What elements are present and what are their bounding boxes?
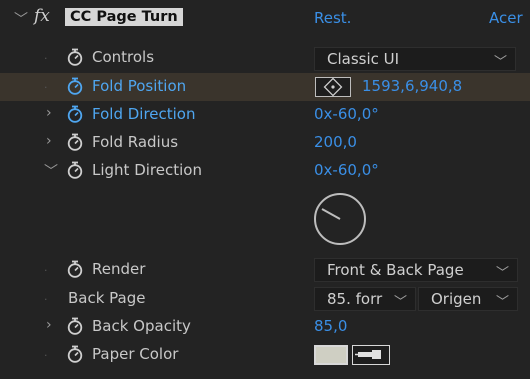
property-row-light-direction: ﹀ Light Direction 0x-60,0° <box>0 157 530 185</box>
property-label: Controls <box>92 48 155 66</box>
effect-controls-panel: ﹀ fx CC Page Turn Rest. Acer · Controls … <box>0 0 530 379</box>
bullet: · <box>44 264 48 277</box>
stopwatch-icon[interactable] <box>66 345 84 363</box>
chevron-down-icon[interactable]: ﹀ <box>44 161 58 181</box>
property-row-back-opacity: › Back Opacity 85,0 <box>0 313 530 341</box>
chevron-down-icon: ﹀ <box>493 55 507 70</box>
property-row-fold-direction: › Fold Direction 0x-60,0° <box>0 101 530 129</box>
effect-header-row: ﹀ fx CC Page Turn Rest. Acer <box>0 5 530 33</box>
stopwatch-icon[interactable] <box>66 161 84 179</box>
bullet: · <box>44 52 48 65</box>
stopwatch-icon[interactable] <box>66 317 84 335</box>
property-label: Fold Direction <box>92 105 196 123</box>
back-page-source-dropdown[interactable]: Origen ﹀ <box>418 287 518 311</box>
eyedropper-button[interactable] <box>352 345 390 365</box>
property-row-paper-color: · Paper Color <box>0 341 530 369</box>
property-label: Back Opacity <box>92 317 191 335</box>
fold-radius-value[interactable]: 200,0 <box>314 133 357 151</box>
dropdown-value: Origen <box>431 290 482 308</box>
property-row-fold-position: · Fold Position 1593,6,940,8 <box>0 73 530 101</box>
property-row-fold-radius: › Fold Radius 200,0 <box>0 129 530 157</box>
light-direction-value[interactable]: 0x-60,0° <box>314 161 379 179</box>
property-label: Fold Position <box>92 77 187 95</box>
fold-direction-value[interactable]: 0x-60,0° <box>314 105 379 123</box>
paper-color-swatch[interactable] <box>314 345 348 365</box>
property-label: Light Direction <box>92 161 202 179</box>
point-picker-button[interactable] <box>315 77 351 97</box>
dropdown-value: 85. forr <box>327 290 383 308</box>
stopwatch-icon[interactable] <box>66 133 84 151</box>
back-page-layer-dropdown[interactable]: 85. forr ﹀ <box>314 287 416 311</box>
property-label: Back Page <box>68 289 146 307</box>
eyedropper-icon <box>355 350 381 359</box>
chevron-right-icon[interactable]: › <box>46 105 52 121</box>
property-row-controls: · Controls Classic UI ﹀ <box>0 44 530 72</box>
back-opacity-value[interactable]: 85,0 <box>314 317 347 335</box>
chevron-down-icon: ﹀ <box>495 266 509 281</box>
chevron-down-icon: ﹀ <box>393 295 407 310</box>
fold-position-value[interactable]: 1593,6,940,8 <box>362 77 462 95</box>
chevron-right-icon[interactable]: › <box>46 317 52 333</box>
chevron-right-icon[interactable]: › <box>46 133 52 149</box>
fx-toggle-icon[interactable]: fx <box>34 6 50 26</box>
reset-link[interactable]: Rest. <box>314 9 351 27</box>
controls-dropdown[interactable]: Classic UI ﹀ <box>314 47 516 71</box>
chevron-down-icon[interactable]: ﹀ <box>14 9 28 29</box>
property-label: Render <box>92 260 146 278</box>
about-link[interactable]: Acer <box>489 9 523 27</box>
stopwatch-icon[interactable] <box>66 260 84 278</box>
chevron-down-icon: ﹀ <box>495 295 509 310</box>
stopwatch-icon[interactable] <box>66 77 84 95</box>
effect-name-label[interactable]: CC Page Turn <box>65 8 183 26</box>
bullet: · <box>44 349 48 362</box>
stopwatch-icon[interactable] <box>66 48 84 66</box>
property-label: Fold Radius <box>92 133 179 151</box>
stopwatch-icon[interactable] <box>66 105 84 123</box>
property-label: Paper Color <box>92 345 179 363</box>
render-dropdown[interactable]: Front & Back Page ﹀ <box>314 258 518 282</box>
dropdown-value: Classic UI <box>327 50 400 68</box>
bullet: · <box>44 293 48 306</box>
crosshair-icon <box>323 77 343 97</box>
dropdown-value: Front & Back Page <box>327 261 464 279</box>
bullet: · <box>44 81 48 94</box>
angle-dial[interactable] <box>312 191 368 247</box>
